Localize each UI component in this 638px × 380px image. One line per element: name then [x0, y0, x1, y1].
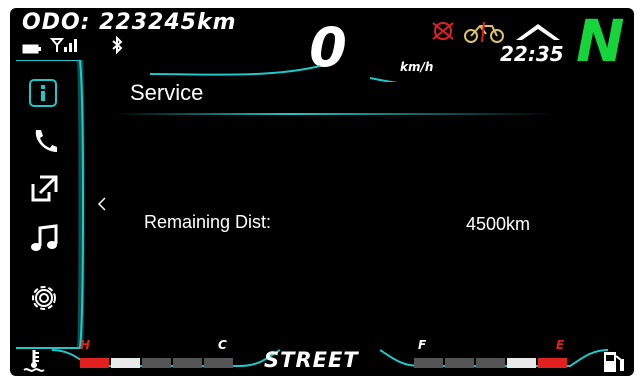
settings-icon — [32, 286, 56, 310]
sidebar-item-phone[interactable] — [30, 126, 58, 158]
music-icon — [31, 224, 58, 251]
battery-icon — [22, 40, 42, 59]
fuel-segment — [476, 358, 505, 368]
gear-indicator: N — [576, 8, 625, 75]
sidebar-item-info[interactable] — [28, 78, 58, 112]
temp-hot-label: H — [80, 338, 91, 352]
fuel-empty-label: E — [556, 338, 565, 352]
sidebar-item-music[interactable] — [30, 224, 58, 258]
temp-segment — [111, 358, 140, 368]
title-underline — [114, 113, 554, 115]
page-title: Service — [130, 80, 204, 105]
fuel-gauge — [414, 358, 574, 370]
temp-segment — [80, 358, 109, 368]
phone-icon — [35, 130, 57, 152]
fuel-segment — [445, 358, 474, 368]
signal-icon — [49, 36, 78, 58]
ride-mode: STREET — [264, 348, 359, 372]
temp-gauge — [80, 358, 240, 370]
odometer: ODO: 223245km — [22, 10, 237, 35]
remaining-distance-value: 4500km — [466, 214, 531, 234]
temp-segment — [204, 358, 233, 368]
temp-segment — [173, 358, 202, 368]
coolant-temp-icon — [22, 348, 46, 376]
temp-cold-label: C — [218, 338, 227, 352]
share-icon — [31, 175, 58, 202]
remaining-distance-label: Remaining Dist: — [144, 212, 272, 232]
fuel-segment — [507, 358, 536, 368]
bluetooth-icon — [110, 35, 124, 58]
fuel-pump-icon — [602, 348, 626, 376]
back-chevron-icon[interactable] — [96, 196, 108, 216]
dashboard-screen: ODO: 223245km 0 km/h 22:35 N Service Rem… — [10, 8, 634, 376]
clock: 22:35 — [500, 42, 564, 66]
temp-segment — [142, 358, 171, 368]
warning-icon — [430, 20, 456, 46]
fuel-segment — [538, 358, 567, 368]
sidebar-item-settings[interactable] — [28, 282, 60, 318]
sidebar-item-share[interactable] — [30, 174, 58, 206]
fuel-full-label: F — [418, 338, 427, 352]
fuel-segment — [414, 358, 443, 368]
info-icon — [29, 79, 57, 107]
